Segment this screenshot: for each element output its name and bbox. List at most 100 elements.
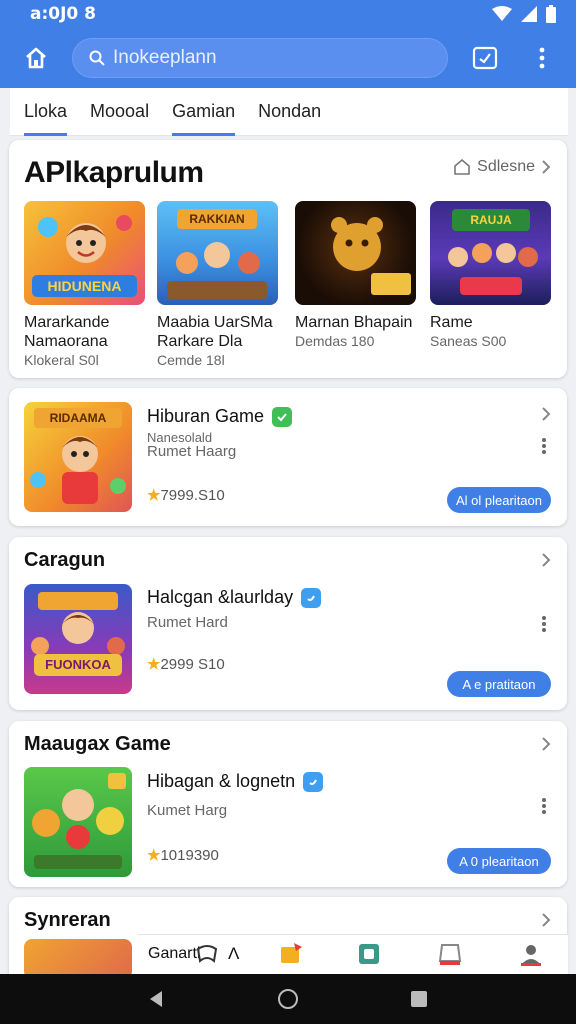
chevron-right-icon[interactable] <box>541 552 551 568</box>
app-name: Halcgan &laurlday <box>147 587 294 607</box>
game-thumbnail: RAKKIAN <box>157 201 278 305</box>
home-button[interactable] <box>0 28 72 88</box>
game-thumbnail: HIDUNENA <box>24 201 145 305</box>
game-name: Rame <box>430 314 473 331</box>
featured-game-tile[interactable]: RAUJA Rame Saneas S00 <box>430 201 551 350</box>
app-name-row: Hiburan Game <box>147 406 293 427</box>
star-icon: ★ <box>147 656 161 673</box>
install-button[interactable]: A e pratitaon <box>447 671 551 697</box>
section-title: Caragun <box>24 549 106 571</box>
store-tab-icon[interactable] <box>437 941 463 967</box>
app-section-card: Caragun FUONKOA Halcgan &laurlday Rumet … <box>9 537 567 710</box>
tab-label: Moooal <box>90 101 150 121</box>
more-options-icon[interactable] <box>536 46 548 70</box>
game-name: Marnan Bhapain <box>295 314 413 331</box>
home-outline-icon <box>454 158 470 175</box>
see-all-label: Sdlesne <box>477 158 535 175</box>
app-category: Rumet Haarg <box>147 443 237 460</box>
tab-nondan[interactable]: Nondan <box>258 88 321 136</box>
app-thumbnail[interactable]: FUONKOA <box>24 584 132 694</box>
game-name: Maabia UarSMa <box>157 314 273 331</box>
install-button[interactable]: A 0 plearitaon <box>447 848 551 874</box>
more-options-icon[interactable] <box>541 615 547 633</box>
games-tab-icon[interactable] <box>278 941 304 967</box>
app-category: Rumet Hard <box>147 614 228 631</box>
featured-game-tile[interactable]: HIDUNENA Mararkande Namaorana Klokeral S… <box>24 201 145 369</box>
tab-lloka[interactable]: Lloka <box>24 88 68 136</box>
gamepad-icon[interactable] <box>194 941 220 967</box>
game-name: Mararkande <box>24 314 110 331</box>
apps-tab-icon[interactable] <box>356 941 382 967</box>
bottom-navigation: Ganartl Λ <box>138 934 568 974</box>
game-art-text: HIDUNENA <box>47 278 122 294</box>
info-badge-icon <box>303 771 324 792</box>
search-input[interactable]: Inokeeplann <box>72 38 448 78</box>
see-all-link[interactable]: Sdlesne <box>453 158 551 176</box>
search-placeholder: Inokeeplann <box>113 47 217 68</box>
featured-card: APlkaprulum Sdlesne HIDUNENA Mararkande … <box>9 140 567 378</box>
app-art <box>31 592 125 676</box>
more-options-icon[interactable] <box>541 797 547 815</box>
search-icon <box>89 50 105 66</box>
game-art <box>331 217 411 295</box>
install-button[interactable]: Al ol plearitaon <box>447 487 551 513</box>
app-art-text: FUONKOA <box>45 657 111 672</box>
app-art-text: RIDAAMA <box>49 411 107 425</box>
app-thumbnail[interactable] <box>24 939 132 979</box>
game-art-text: RAUJA <box>470 213 512 227</box>
featured-game-tile[interactable]: RAKKIAN Maabia UarSMa Rarkare Dla Cemde … <box>157 201 278 369</box>
app-section-card: Maaugax Game Hibagan & lognetn Kumet Har… <box>9 721 567 887</box>
app-art <box>32 773 126 869</box>
chevron-right-icon[interactable] <box>541 736 551 752</box>
home-circle-icon[interactable] <box>277 988 299 1010</box>
app-name: Hiburan Game <box>147 406 265 426</box>
tab-label: Nondan <box>258 101 322 121</box>
game-subtitle: Klokeral S0l <box>24 352 99 368</box>
bottom-item-label: Λ <box>228 944 240 963</box>
home-icon <box>26 47 46 69</box>
game-subtitle: Demdas 180 <box>295 333 375 349</box>
status-time: a:0J0 8 <box>30 4 96 24</box>
app-name-row: Hibagan & lognetn <box>147 771 324 792</box>
game-subtitle: Cemde 18l <box>157 352 225 368</box>
more-options-icon[interactable] <box>541 437 547 455</box>
game-thumbnail: RAUJA <box>430 201 551 305</box>
chevron-right-icon[interactable] <box>541 406 551 422</box>
star-icon: ★ <box>147 847 161 864</box>
game-subtitle: Saneas S00 <box>430 333 507 349</box>
tab-mooal[interactable]: Moooal <box>90 88 149 136</box>
system-navigation-bar <box>0 974 576 1024</box>
app-rating: ★7999.S10 <box>147 487 225 504</box>
recents-icon[interactable] <box>410 990 428 1008</box>
wifi-icon <box>492 6 512 21</box>
profile-tab-icon[interactable] <box>518 941 544 967</box>
back-icon[interactable] <box>146 989 166 1009</box>
app-thumbnail: RIDAAMA <box>24 402 132 512</box>
signal-icon <box>521 6 537 22</box>
app-bar: Inokeeplann <box>0 28 576 88</box>
app-thumbnail[interactable] <box>24 767 132 877</box>
app-category: Kumet Harg <box>147 802 228 819</box>
app-card[interactable]: RIDAAMA Hiburan Game Nanesolald Rumet Ha… <box>9 388 567 526</box>
section-title: Synreran <box>24 909 111 931</box>
verified-badge-icon <box>272 406 293 427</box>
tab-gamian[interactable]: Gamian <box>172 88 236 136</box>
category-tabs: Lloka Moooal Gamian Nondan <box>10 88 568 136</box>
featured-title: APlkaprulum <box>24 156 204 189</box>
app-rating: ★2999 S10 <box>147 656 225 673</box>
game-name-line2: Namaorana <box>24 333 108 350</box>
section-title: Maaugax Game <box>24 733 171 755</box>
status-bar: a:0J0 8 <box>0 0 576 28</box>
app-rating: ★1019390 <box>147 847 219 864</box>
game-name-line2: Rarkare Dla <box>157 333 243 350</box>
app-name: Hibagan & lognetn <box>147 771 296 791</box>
battery-icon <box>546 5 556 23</box>
featured-game-tile[interactable]: Marnan Bhapain Demdas 180 <box>295 201 416 350</box>
status-icons <box>492 5 556 23</box>
app-name-row: Halcgan &laurlday <box>147 587 322 608</box>
tab-label: Lloka <box>24 101 68 121</box>
scan-icon[interactable] <box>472 46 498 70</box>
game-art-text: RAKKIAN <box>189 212 245 226</box>
star-icon: ★ <box>147 487 161 504</box>
chevron-right-icon[interactable] <box>541 912 551 928</box>
